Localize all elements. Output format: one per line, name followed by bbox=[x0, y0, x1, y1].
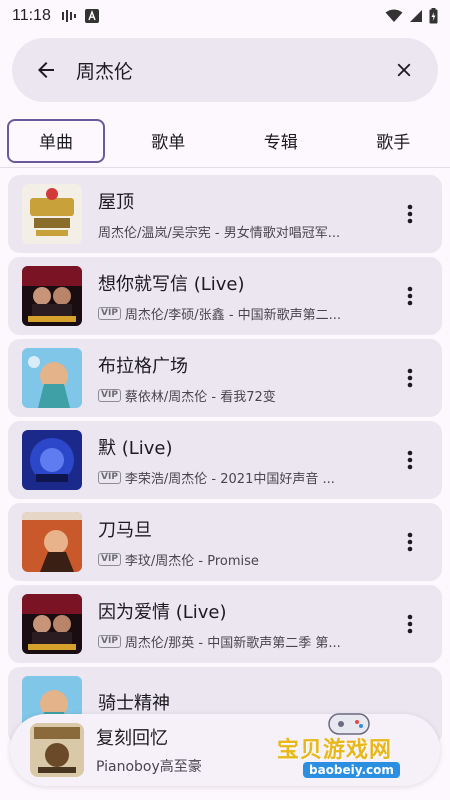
song-item[interactable]: 刀马旦 VIP 李玟/周杰伦 - Promise bbox=[8, 503, 442, 581]
song-title: 屋顶 bbox=[98, 191, 134, 213]
more-vert-icon[interactable] bbox=[400, 612, 420, 636]
search-bar[interactable]: 周杰伦 bbox=[12, 38, 438, 102]
watermark-logo: 宝贝游戏网 baobeiy.com bbox=[275, 708, 425, 786]
signal-icon bbox=[410, 10, 422, 22]
now-playing-cover bbox=[30, 723, 84, 777]
vip-badge: VIP bbox=[98, 552, 121, 566]
song-item[interactable]: 布拉格广场 VIP 蔡依林/周杰伦 - 看我72变 bbox=[8, 339, 442, 417]
search-input[interactable]: 周杰伦 bbox=[76, 57, 390, 84]
song-title: 默 (Live) bbox=[98, 437, 173, 459]
song-title: 因为爱情 (Live) bbox=[98, 601, 227, 623]
song-item[interactable]: 屋顶 周杰伦/温岚/吴宗宪 - 男女情歌对唱冠军... bbox=[8, 175, 442, 253]
album-cover bbox=[22, 512, 82, 572]
status-notification-icons bbox=[61, 9, 99, 23]
vip-badge: VIP bbox=[98, 470, 121, 484]
album-cover bbox=[22, 348, 82, 408]
song-item[interactable]: 想你就写信 (Live) VIP 周杰伦/李硕/张鑫 - 中国新歌声第二... bbox=[8, 257, 442, 335]
voicemail-icon bbox=[61, 10, 76, 22]
song-subtitle: 周杰伦/温岚/吴宗宪 - 男女情歌对唱冠军... bbox=[98, 225, 341, 241]
album-cover bbox=[22, 430, 82, 490]
vip-badge: VIP bbox=[98, 634, 121, 648]
song-subtitle: 周杰伦/李硕/张鑫 - 中国新歌声第二... bbox=[124, 307, 342, 323]
song-title: 刀马旦 bbox=[98, 519, 152, 541]
more-vert-icon[interactable] bbox=[400, 530, 420, 554]
vip-badge: VIP bbox=[98, 388, 121, 402]
watermark-url: baobeiy.com bbox=[303, 762, 400, 778]
song-item[interactable]: 默 (Live) VIP 李荣浩/周杰伦 - 2021中国好声音 ... bbox=[8, 421, 442, 499]
song-title: 想你就写信 (Live) bbox=[98, 273, 245, 295]
more-vert-icon[interactable] bbox=[400, 202, 420, 226]
close-icon[interactable] bbox=[390, 56, 418, 84]
status-system-icons bbox=[385, 8, 438, 24]
song-title: 布拉格广场 bbox=[98, 355, 188, 377]
song-list: 屋顶 周杰伦/温岚/吴宗宪 - 男女情歌对唱冠军... 想你就写信 (Live)… bbox=[8, 175, 442, 749]
tab-playlists[interactable]: 歌单 bbox=[112, 119, 225, 163]
vip-badge: VIP bbox=[98, 306, 121, 320]
wifi-icon bbox=[385, 9, 403, 22]
song-subtitle: 周杰伦/那英 - 中国新歌声第二季 第... bbox=[124, 635, 341, 651]
more-vert-icon[interactable] bbox=[400, 284, 420, 308]
more-vert-icon[interactable] bbox=[400, 366, 420, 390]
tab-singles[interactable]: 单曲 bbox=[7, 118, 105, 163]
watermark-text: 宝贝游戏网 bbox=[277, 738, 393, 763]
now-playing-artist: Pianoboy高至豪 bbox=[96, 759, 202, 775]
album-cover bbox=[22, 266, 82, 326]
album-cover bbox=[22, 184, 82, 244]
tab-artists[interactable]: 歌手 bbox=[337, 119, 450, 163]
battery-icon bbox=[429, 8, 438, 24]
song-item[interactable]: 因为爱情 (Live) VIP 周杰伦/那英 - 中国新歌声第二季 第... bbox=[8, 585, 442, 663]
status-bar: 11:18 bbox=[0, 0, 450, 32]
now-playing-title: 复刻回忆 bbox=[96, 728, 168, 749]
tab-albums[interactable]: 专辑 bbox=[225, 119, 338, 163]
song-subtitle: 李荣浩/周杰伦 - 2021中国好声音 ... bbox=[124, 471, 335, 487]
tab-bar: 单曲 歌单 专辑 歌手 bbox=[0, 114, 450, 168]
album-cover bbox=[22, 594, 82, 654]
app-a-icon bbox=[84, 9, 99, 23]
back-arrow-icon[interactable] bbox=[32, 56, 60, 84]
more-vert-icon[interactable] bbox=[400, 448, 420, 472]
song-subtitle: 蔡依林/周杰伦 - 看我72变 bbox=[124, 389, 276, 405]
status-time: 11:18 bbox=[12, 7, 51, 24]
song-subtitle: 李玟/周杰伦 - Promise bbox=[124, 553, 259, 569]
